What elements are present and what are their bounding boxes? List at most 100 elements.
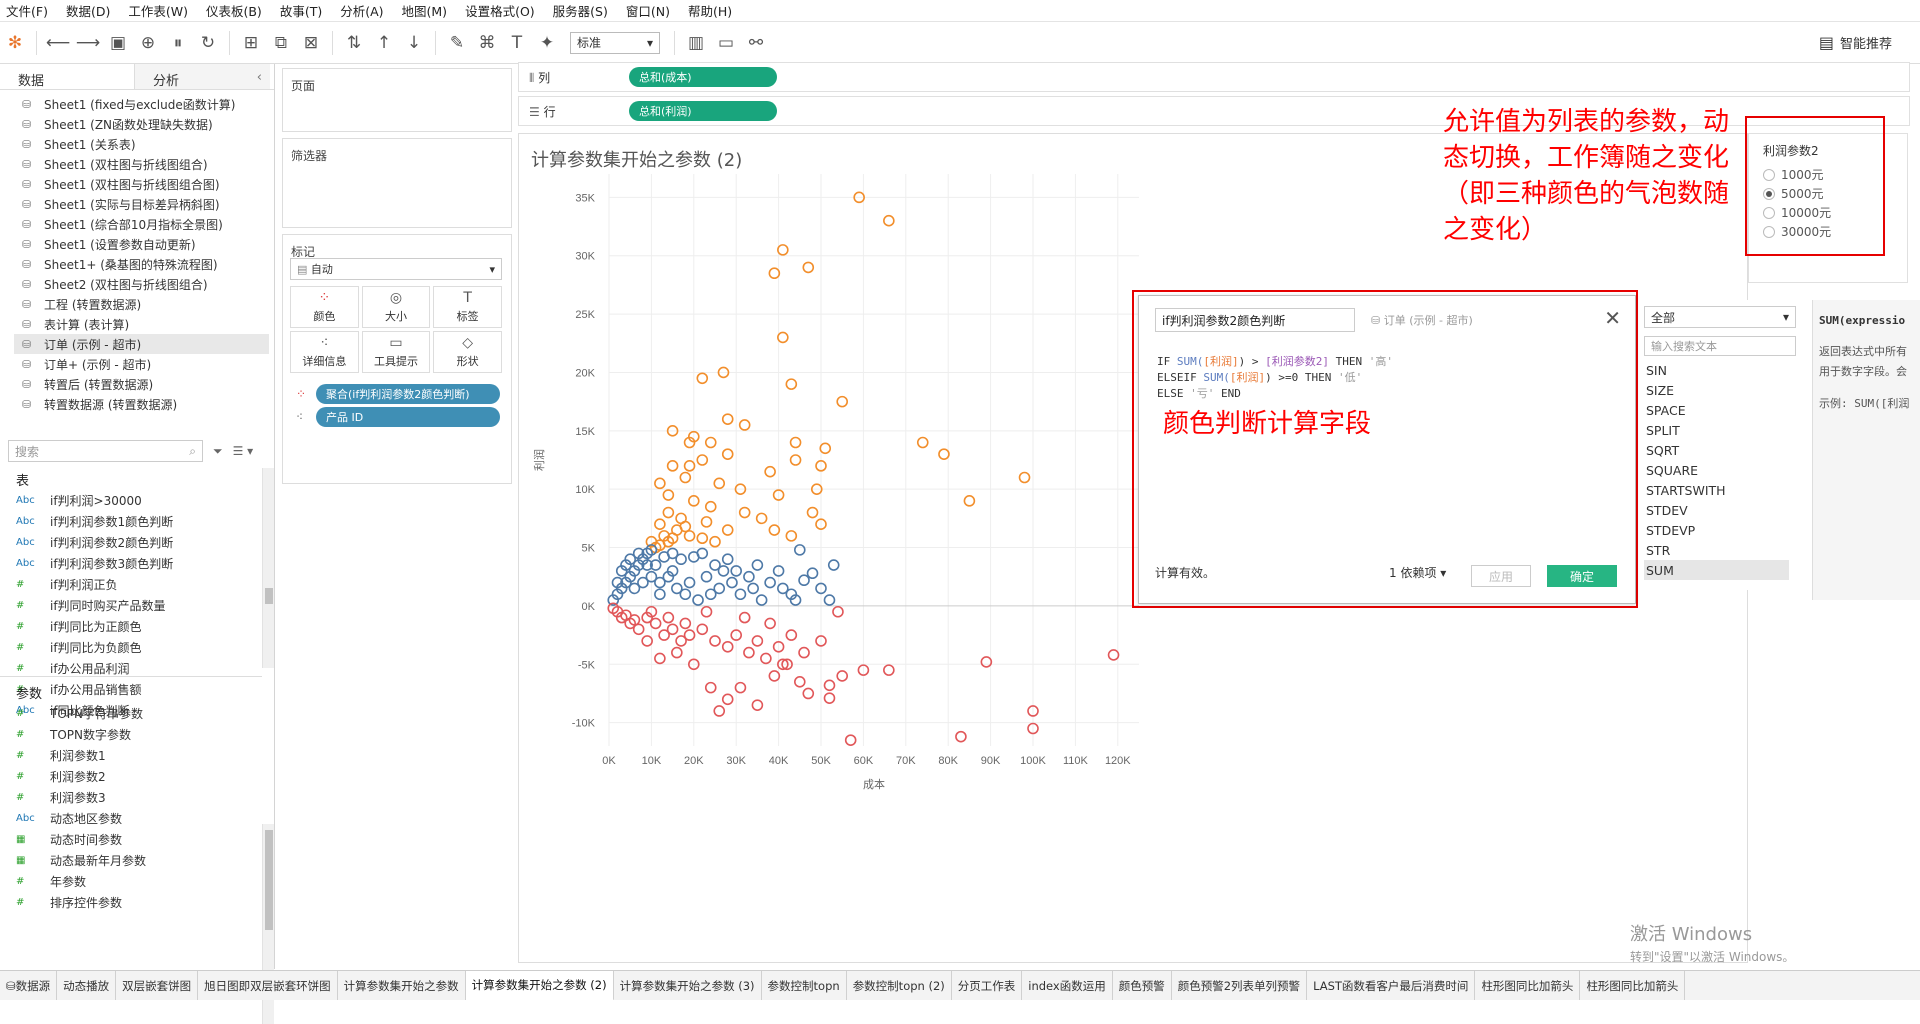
field-item[interactable]: Abc if判利润>30000 bbox=[0, 490, 262, 511]
swap-axes-icon[interactable]: ⇅ bbox=[339, 29, 369, 57]
parameter-item[interactable]: # 年参数 bbox=[0, 871, 262, 892]
detail-button[interactable]: ⁖ 详细信息 bbox=[290, 331, 359, 373]
parameter-item[interactable]: # TOPN字符串参数 bbox=[0, 703, 262, 724]
sheet-tab[interactable]: 计算参数集开始之参数 bbox=[338, 971, 466, 1000]
parameter-item[interactable]: Abc 动态地区参数 bbox=[0, 808, 262, 829]
sheet-tab[interactable]: 动态播放 bbox=[57, 971, 117, 1000]
datasource-item[interactable]: ⛁ 工程 (转置数据源) bbox=[22, 294, 274, 314]
sort-desc-icon[interactable]: ↓ bbox=[399, 29, 429, 57]
sheet-tab[interactable]: 颜色预警2列表单列预警 bbox=[1172, 971, 1308, 1000]
presentation-icon[interactable]: ▭ bbox=[711, 29, 741, 57]
field-item[interactable]: # if判同比为负颜色 bbox=[0, 637, 262, 658]
datasource-item[interactable]: ⛁ Sheet1 (实际与目标差异柄斜图) bbox=[22, 194, 274, 214]
label-icon[interactable]: T bbox=[502, 29, 532, 57]
mark-type-select[interactable]: ▤ 自动 ▾ bbox=[290, 258, 502, 280]
sheet-tab[interactable]: 柱形图同比加箭头 bbox=[1580, 971, 1686, 1000]
clear-sheet-icon[interactable]: ⊠ bbox=[296, 29, 326, 57]
function-item[interactable]: SPLIT bbox=[1644, 420, 1789, 440]
pause-update-icon[interactable]: ⏸ bbox=[163, 29, 193, 57]
label-button[interactable]: T 标签 bbox=[433, 286, 502, 328]
parameter-item[interactable]: ▦ 动态最新年月参数 bbox=[0, 850, 262, 871]
sheet-tab[interactable]: 参数控制topn bbox=[762, 971, 847, 1000]
sheet-tab[interactable]: 计算参数集开始之参数 (2) bbox=[465, 971, 614, 1000]
parameter-item[interactable]: # 利润参数1 bbox=[0, 745, 262, 766]
new-sheet-icon[interactable]: ⊞ bbox=[236, 29, 266, 57]
parameter-item[interactable]: # TOPN数字参数 bbox=[0, 724, 262, 745]
datasource-item[interactable]: ⛁ 转置数据源 (转置数据源) bbox=[22, 394, 274, 414]
datasource-item[interactable]: ⛁ 订单 (示例 - 超市) bbox=[14, 334, 269, 354]
sheet-tab[interactable]: 柱形图同比加箭头 bbox=[1475, 971, 1581, 1000]
duplicate-sheet-icon[interactable]: ⧉ bbox=[266, 29, 296, 57]
field-item[interactable]: Abc if判利润参数3颜色判断 bbox=[0, 553, 262, 574]
redo-icon[interactable]: ⟶ bbox=[73, 29, 103, 57]
datasource-item[interactable]: ⛁ Sheet1 (关系表) bbox=[22, 134, 274, 154]
datasource-item[interactable]: ⛁ Sheet2 (双柱图与折线图组合) bbox=[22, 274, 274, 294]
datasource-item[interactable]: ⛁ 表计算 (表计算) bbox=[22, 314, 274, 334]
sheet-tab[interactable]: 旭日图即双层嵌套环饼图 bbox=[198, 971, 338, 1000]
datasource-item[interactable]: ⛁ Sheet1 (双柱图与折线图组合图) bbox=[22, 174, 274, 194]
apply-button[interactable]: 应用 bbox=[1471, 565, 1531, 587]
datasource-item[interactable]: ⛁ Sheet1 (fixed与exclude函数计算) bbox=[22, 94, 274, 114]
menu-item-2[interactable]: 工作表(W) bbox=[128, 1, 188, 20]
parameter-item[interactable]: # 利润参数3 bbox=[0, 787, 262, 808]
size-button[interactable]: ◎ 大小 bbox=[361, 286, 431, 328]
function-category-select[interactable]: 全部 ▾ bbox=[1644, 306, 1796, 328]
menu-item-8[interactable]: 服务器(S) bbox=[553, 1, 608, 20]
save-icon[interactable]: ▣ bbox=[103, 29, 133, 57]
parameter-item[interactable]: # 利润参数2 bbox=[0, 766, 262, 787]
highlight-icon[interactable]: ✎ bbox=[442, 29, 472, 57]
ok-button[interactable]: 确定 bbox=[1547, 565, 1617, 587]
field-item[interactable]: Abc if判利润参数1颜色判断 bbox=[0, 511, 262, 532]
detail-pill[interactable]: 产品 ID bbox=[316, 407, 500, 427]
field-item[interactable]: # if判同比为正颜色 bbox=[0, 616, 262, 637]
menu-item-3[interactable]: 仪表板(B) bbox=[206, 1, 262, 20]
datasource-item[interactable]: ⛁ Sheet1 (双柱图与折线图组合) bbox=[22, 154, 274, 174]
rows-pill[interactable]: 总和(利润) bbox=[629, 101, 777, 121]
function-item[interactable]: SIZE bbox=[1644, 380, 1789, 400]
undo-icon[interactable]: ⟵ bbox=[43, 29, 73, 57]
function-item[interactable]: SIN bbox=[1644, 360, 1789, 380]
close-icon[interactable]: ✕ bbox=[1604, 306, 1621, 330]
function-item[interactable]: STDEV bbox=[1644, 500, 1789, 520]
sheet-tab[interactable]: 双层嵌套饼图 bbox=[116, 971, 199, 1000]
menu-item-9[interactable]: 窗口(N) bbox=[626, 1, 670, 20]
parameter-item[interactable]: ▦ 动态时间参数 bbox=[0, 829, 262, 850]
sheet-tab[interactable]: 分页工作表 bbox=[952, 971, 1023, 1000]
menu-item-5[interactable]: 分析(A) bbox=[340, 1, 383, 20]
function-item[interactable]: TAN bbox=[1644, 580, 1789, 587]
datasource-tab[interactable]: ⛁ 数据源 bbox=[0, 971, 58, 1000]
datasource-item[interactable]: ⛁ 订单+ (示例 - 超市) bbox=[22, 354, 274, 374]
fit-select[interactable]: 标准 ▾ bbox=[570, 31, 660, 54]
pages-card[interactable]: 页面 bbox=[282, 68, 512, 132]
tab-analysis[interactable]: 分析 ‹ bbox=[135, 64, 270, 89]
pin-icon[interactable]: ✦ bbox=[532, 29, 562, 57]
field-item[interactable]: # if判同时购买产品数量 bbox=[0, 595, 262, 616]
datasource-item[interactable]: ⛁ Sheet1 (设置参数自动更新) bbox=[22, 234, 274, 254]
refresh-icon[interactable]: ↻ bbox=[193, 29, 223, 57]
menu-item-10[interactable]: 帮助(H) bbox=[688, 1, 732, 20]
shape-button[interactable]: ◇ 形状 bbox=[433, 331, 502, 373]
share-icon[interactable]: ⚯ bbox=[741, 29, 771, 57]
datasource-item[interactable]: ⛁ Sheet1 (ZN函数处理缺失数据) bbox=[22, 114, 274, 134]
datasource-item[interactable]: ⛁ Sheet1 (综合部10月指标全景图) bbox=[22, 214, 274, 234]
menu-item-6[interactable]: 地图(M) bbox=[402, 1, 448, 20]
color-pill[interactable]: 聚合(if判利润参数2颜色判断) bbox=[316, 384, 500, 404]
function-item[interactable]: SQRT bbox=[1644, 440, 1789, 460]
show-me-chart-icon[interactable]: ▥ bbox=[681, 29, 711, 57]
datasource-item[interactable]: ⛁ Sheet1+ (桑基图的特殊流程图) bbox=[22, 254, 274, 274]
smart-recommend-button[interactable]: ▤ 智能推荐 bbox=[1819, 33, 1892, 52]
function-item[interactable]: STR bbox=[1644, 540, 1789, 560]
tooltip-button[interactable]: ▭ 工具提示 bbox=[361, 331, 431, 373]
field-item[interactable]: Abc if判利润参数2颜色判断 bbox=[0, 532, 262, 553]
filters-card[interactable]: 筛选器 bbox=[282, 138, 512, 228]
group-icon[interactable]: ⌘ bbox=[472, 29, 502, 57]
menu-item-1[interactable]: 数据(D) bbox=[66, 1, 110, 20]
tableau-logo-icon[interactable]: ✻ bbox=[0, 29, 30, 57]
view-options-icon[interactable]: ☰ ▾ bbox=[233, 444, 254, 458]
tab-data[interactable]: 数据 bbox=[0, 64, 135, 89]
calc-formula[interactable]: IF SUM([利润]) > [利润参数2] THEN '高' ELSEIF S… bbox=[1157, 354, 1393, 402]
new-datasource-icon[interactable]: ⊕ bbox=[133, 29, 163, 57]
sheet-tab[interactable]: index函数运用 bbox=[1022, 971, 1113, 1000]
color-button[interactable]: ⁘ 颜色 bbox=[290, 286, 359, 328]
function-item[interactable]: SUM bbox=[1644, 560, 1789, 580]
